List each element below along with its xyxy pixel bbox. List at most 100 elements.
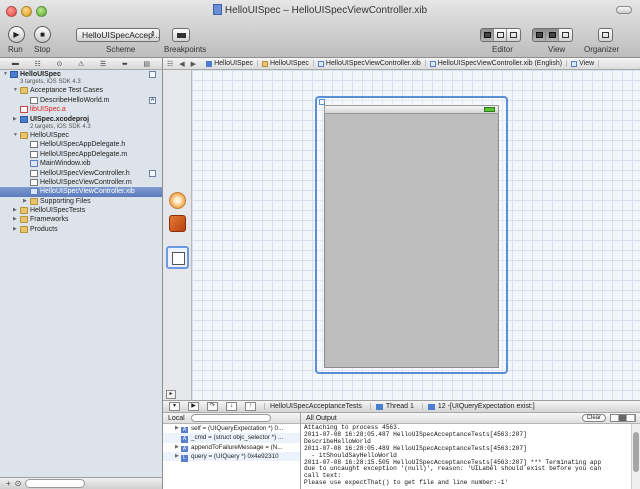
debug-layout-control[interactable] (610, 414, 636, 422)
crumb-project[interactable]: HelloUISpec (202, 60, 258, 67)
forward-icon[interactable]: ▶ (191, 60, 196, 68)
navigator-item[interactable]: DescribeHelloWorld.m A (0, 96, 162, 105)
toolbar-toggle-button[interactable] (616, 6, 632, 14)
step-out-icon[interactable]: ↑ (245, 402, 256, 411)
folder-icon (20, 131, 28, 139)
symbol-navigator-icon[interactable]: ☷ (35, 60, 41, 68)
assistant-editor-button[interactable] (494, 29, 507, 41)
crumb-view[interactable]: View (567, 60, 600, 67)
utilities-toggle-button[interactable] (559, 29, 572, 41)
disclosure-triangle-icon[interactable]: ▼ (3, 70, 8, 79)
continue-icon[interactable]: ▶ (188, 402, 199, 411)
disclosure-triangle-icon[interactable]: ▶ (23, 197, 27, 206)
step-into-icon[interactable]: ↓ (226, 402, 237, 411)
variable-row[interactable]: ▶ Aself = (UIQueryExpectation *) 0... (163, 424, 300, 434)
debug-crumb-frame[interactable]: 12 -[UIQueryExpectation exist:] (421, 403, 535, 410)
breakpoint-icon (176, 32, 186, 38)
folder-icon (20, 225, 28, 233)
navigator-item[interactable]: ▶ HelloUISpecTests (0, 206, 162, 215)
navigator-item[interactable]: HelloUISpecViewController.xib (0, 187, 162, 197)
navigator-item[interactable]: ▶ Products (0, 225, 162, 234)
disclosure-icon[interactable]: ▶ (175, 424, 179, 433)
navigator-item[interactable]: ▶ UISpec.xcodeproj (0, 115, 162, 124)
editor-mode-control[interactable] (480, 28, 521, 42)
navigator-filter-input[interactable] (25, 479, 86, 488)
disclosure-triangle-icon[interactable]: ▶ (13, 225, 17, 234)
hide-debug-area-button[interactable]: ▾ (169, 402, 180, 411)
view-control[interactable] (532, 28, 573, 42)
stop-button[interactable]: ■ (34, 26, 51, 43)
clear-console-button[interactable]: Clear (581, 414, 606, 422)
dock-toggle-button[interactable]: ▸ (166, 390, 176, 399)
scm-status-badge (149, 169, 156, 177)
version-editor-button[interactable] (507, 29, 520, 41)
crumb-file[interactable]: HelloUISpecViewController.xib (314, 60, 426, 67)
variable-row[interactable]: A _cmd = (struct objc_selector *) ... (163, 433, 300, 444)
view-selection-frame[interactable] (315, 96, 508, 374)
recent-files-icon[interactable]: ⊙ (15, 479, 22, 488)
disclosure-icon[interactable]: ▶ (175, 443, 179, 452)
project-icon (206, 60, 213, 67)
crumb-group[interactable]: HelloUISpec (258, 60, 314, 67)
root-view[interactable] (324, 114, 499, 368)
disclosure-triangle-icon[interactable]: ▶ (13, 206, 17, 215)
debug-navigator-icon[interactable]: ☰ (100, 60, 106, 68)
scroll-thumb[interactable] (633, 432, 639, 472)
ib-canvas[interactable] (192, 70, 640, 400)
step-over-icon[interactable]: ↷ (207, 402, 218, 411)
navigator-item[interactable]: ▶ Supporting Files (0, 197, 162, 206)
console-scrollbar[interactable] (631, 424, 640, 489)
run-label: Run (8, 45, 23, 54)
add-icon[interactable]: + (6, 479, 11, 488)
console-output-popup[interactable]: All Output (306, 415, 337, 422)
crumb-localization[interactable]: HelloUISpecViewController.xib (English) (426, 60, 568, 67)
breakpoints-button[interactable] (172, 28, 190, 42)
variables-view: ▶ Aself = (UIQueryExpectation *) 0... A _c… (163, 424, 301, 489)
disclosure-icon[interactable]: ▶ (175, 452, 179, 461)
both-panes-button[interactable] (619, 415, 627, 421)
log-navigator-icon[interactable]: ▤ (143, 60, 150, 68)
navigator-item-label: Supporting Files (40, 197, 91, 205)
disclosure-triangle-icon[interactable]: ▼ (13, 86, 18, 95)
organizer-button[interactable] (598, 28, 613, 42)
navigator-item[interactable]: libUISpec.a (0, 105, 162, 114)
related-items-icon[interactable]: ☷ (167, 60, 173, 68)
project-icon (10, 71, 18, 78)
project-navigator-icon[interactable]: ▬ (12, 60, 19, 67)
navigator-item[interactable]: HelloUISpecViewController.h (0, 169, 162, 178)
navigator-item[interactable]: HelloUISpecAppDelegate.h (0, 140, 162, 149)
scheme-popup[interactable]: HelloUISpecAccep... ⇕ (76, 28, 160, 42)
files-owner-icon[interactable] (169, 192, 186, 209)
disclosure-triangle-icon[interactable]: ▶ (13, 215, 17, 224)
console-output[interactable]: Attaching to process 4563. 2011-07-08 16:… (301, 424, 640, 489)
variables-scope-popup[interactable]: Local (168, 415, 185, 422)
navigator-item[interactable]: ▼ HelloUISpec (0, 131, 162, 140)
view-object-icon[interactable] (166, 246, 189, 269)
navigator-item[interactable]: HelloUISpecViewController.m (0, 178, 162, 187)
variable-row[interactable]: ▶ AappendToFailureMessage = (N... (163, 443, 300, 453)
navigator-item[interactable]: ▶ Frameworks (0, 215, 162, 224)
variables-search-input[interactable] (190, 414, 271, 422)
variable-row[interactable]: ▶ Lquery = (UIQuery *) 0x4e92310 (163, 451, 300, 462)
back-icon[interactable]: ◀ (179, 60, 184, 68)
variables-only-button[interactable] (611, 415, 619, 421)
debug-crumb-thread[interactable]: Thread 1 (369, 403, 414, 410)
navigator-item[interactable]: MainWindow.xib (0, 159, 162, 168)
issue-navigator-icon[interactable]: ⚠ (78, 60, 84, 68)
debug-crumb-target[interactable]: HelloUISpecAcceptanceTests (264, 403, 362, 410)
standard-editor-button[interactable] (481, 29, 494, 41)
debug-area-toggle-button[interactable] (546, 29, 559, 41)
navigator-item[interactable]: ▼ HelloUISpec (0, 70, 162, 79)
run-button[interactable]: ▶ (8, 26, 25, 43)
search-navigator-icon[interactable]: ⊙ (56, 60, 62, 68)
navigator-item[interactable]: HelloUISpecAppDelegate.m (0, 150, 162, 159)
console-only-button[interactable] (627, 415, 635, 421)
navigator-footer: + ⊙ (0, 477, 163, 489)
breakpoint-navigator-icon[interactable]: ⬌ (122, 60, 128, 68)
navigator-toggle-button[interactable] (533, 29, 546, 41)
navigator-item[interactable]: ▼ Acceptance Test Cases (0, 86, 162, 95)
first-responder-icon[interactable] (169, 215, 186, 232)
disclosure-triangle-icon[interactable]: ▼ (13, 131, 18, 140)
view-icon (571, 60, 578, 67)
disclosure-triangle-icon[interactable]: ▶ (13, 115, 17, 124)
